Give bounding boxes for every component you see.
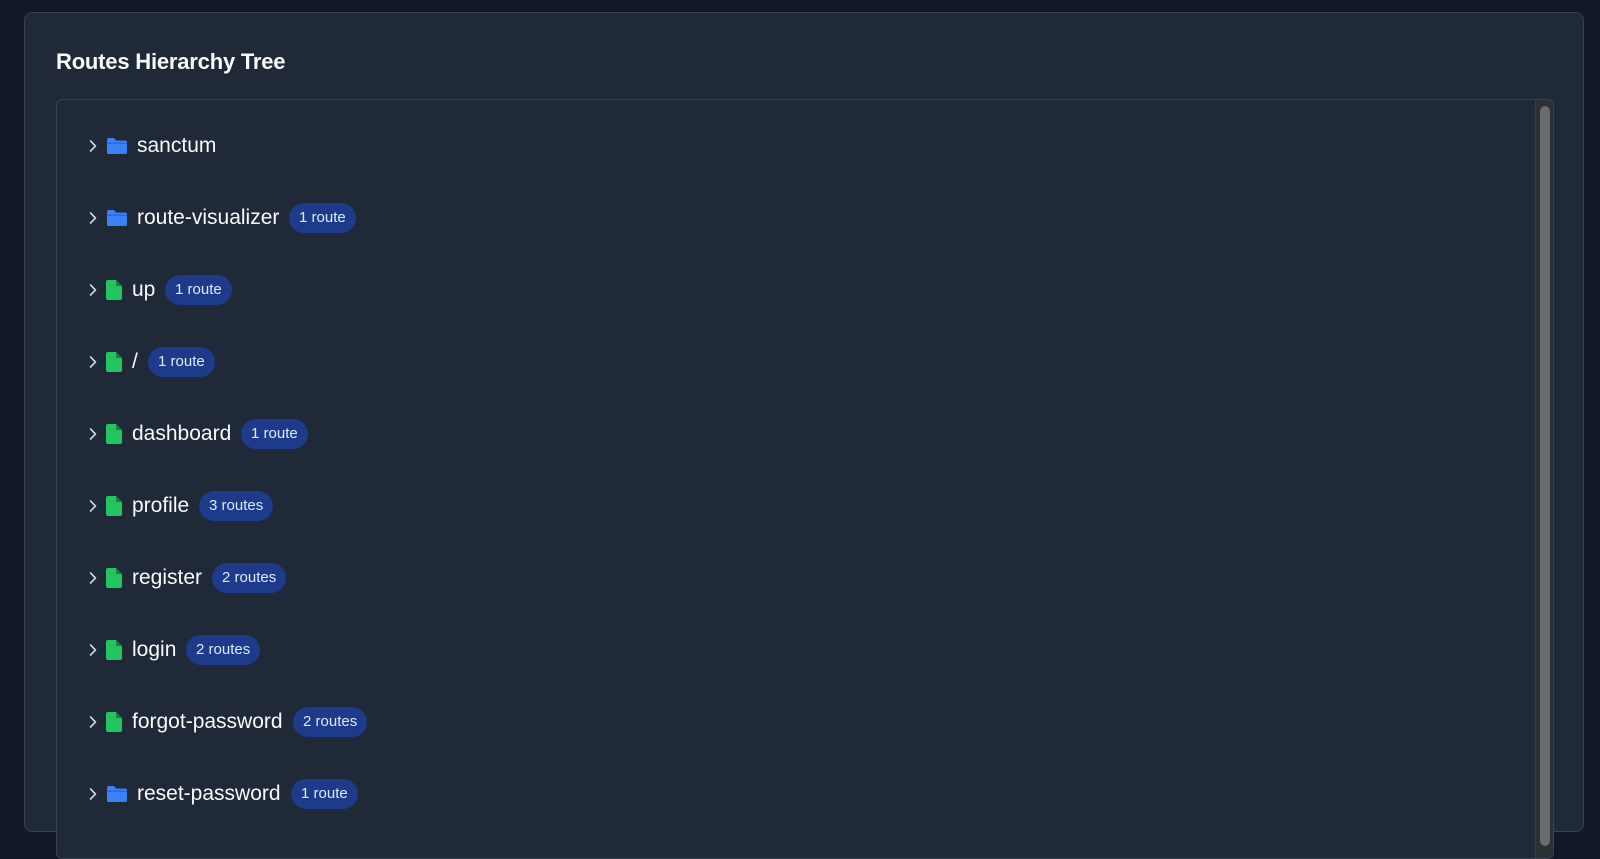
route-count-badge: 2 routes (186, 635, 261, 665)
chevron-right-icon[interactable] (86, 427, 100, 441)
chevron-right-icon[interactable] (86, 499, 100, 513)
tree-item-label: forgot-password (132, 710, 283, 733)
folder-icon (107, 786, 127, 802)
chevron-right-icon[interactable] (86, 715, 100, 729)
route-count-badge: 1 route (148, 347, 215, 377)
scrollbar-thumb[interactable] (1540, 106, 1550, 846)
chevron-right-icon[interactable] (86, 571, 100, 585)
routes-panel: Routes Hierarchy Tree sanctum route-visua… (24, 12, 1584, 859)
route-count-badge: 3 routes (199, 491, 274, 521)
tree-item-label: profile (132, 494, 190, 517)
route-count-badge: 2 routes (212, 563, 287, 593)
chevron-right-icon[interactable] (86, 283, 100, 297)
tree-item-label: login (132, 638, 177, 661)
routes-tree: sanctum route-visualizer 1 route up 1 route /… (56, 99, 1554, 859)
route-count-badge: 2 routes (293, 707, 368, 737)
tree-scrollbar[interactable] (1535, 100, 1553, 858)
tree-item-label: dashboard (132, 422, 232, 445)
tree-item-label: reset-password (137, 782, 281, 805)
tree-item-label: route-visualizer (137, 206, 280, 229)
chevron-right-icon[interactable] (86, 211, 100, 225)
file-icon (106, 568, 122, 588)
folder-icon (107, 138, 127, 154)
panel-title: Routes Hierarchy Tree (56, 49, 286, 74)
chevron-right-icon[interactable] (86, 643, 100, 657)
file-icon (106, 496, 122, 516)
chevron-right-icon[interactable] (86, 139, 100, 153)
route-count-badge: 1 route (289, 203, 356, 233)
chevron-right-icon[interactable] (86, 355, 100, 369)
folder-icon (107, 210, 127, 226)
tree-item-label: / (132, 350, 138, 373)
file-icon (106, 424, 122, 444)
route-count-badge: 1 route (291, 779, 358, 809)
route-count-badge: 1 route (165, 275, 232, 305)
file-icon (106, 640, 122, 660)
chevron-right-icon[interactable] (86, 787, 100, 801)
tree-item-label: up (132, 278, 156, 301)
file-icon (106, 712, 122, 732)
tree-item-label: register (132, 566, 203, 589)
file-icon (106, 280, 122, 300)
tree-item-label: sanctum (137, 134, 217, 157)
route-count-badge: 1 route (241, 419, 308, 449)
file-icon (106, 352, 122, 372)
